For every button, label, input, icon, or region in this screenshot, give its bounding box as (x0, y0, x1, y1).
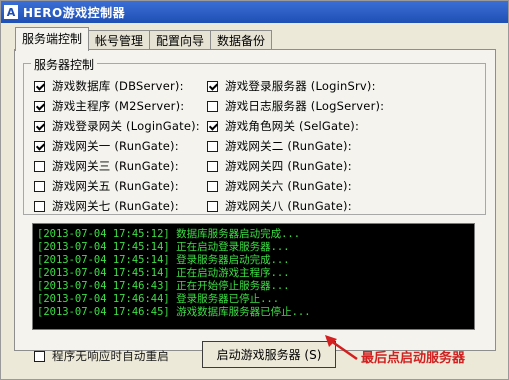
server-checkbox-left-6[interactable]: 游戏网关七 (RunGate): (34, 198, 179, 214)
checkbox-label: 游戏网关八 (RunGate): (225, 199, 352, 213)
checkbox-label: 游戏登录服务器 (LoginSrv): (225, 79, 376, 93)
server-checkbox-right-2[interactable]: 游戏角色网关 (SelGate): (207, 118, 359, 134)
auto-restart-checkbox[interactable]: 程序无响应时自动重启 (34, 348, 169, 364)
server-checkbox-left-1[interactable]: 游戏主程序 (M2Server): (34, 98, 184, 114)
checkbox-box[interactable] (34, 180, 45, 192)
log-line: [2013-07-04 17:45:14] 登录服务器启动完成... (37, 254, 290, 266)
checkbox-box[interactable] (34, 80, 45, 92)
checkbox-label: 游戏网关七 (RunGate): (52, 199, 179, 213)
tab-data-backup[interactable]: 数据备份 (210, 30, 273, 51)
tab-server-control[interactable]: 服务端控制 (15, 27, 90, 51)
checkbox-box[interactable] (207, 160, 218, 172)
server-checkbox-left-4[interactable]: 游戏网关三 (RunGate): (34, 158, 179, 174)
checkbox-label: 游戏网关五 (RunGate): (52, 179, 179, 193)
checkbox-box[interactable] (207, 180, 218, 192)
server-checkbox-right-4[interactable]: 游戏网关四 (RunGate): (207, 158, 352, 174)
server-checkbox-left-5[interactable]: 游戏网关五 (RunGate): (34, 178, 179, 194)
server-checkbox-left-3[interactable]: 游戏网关一 (RunGate): (34, 138, 179, 154)
log-line: [2013-07-04 17:45:14] 正在启动登录服务器... (37, 241, 290, 253)
group-label: 服务器控制 (31, 56, 98, 73)
checkbox-box[interactable] (34, 200, 45, 212)
checkbox-label: 游戏网关六 (RunGate): (225, 179, 352, 193)
log-line: [2013-07-04 17:45:14] 正在启动游戏主程序... (37, 267, 290, 279)
checkbox-label: 游戏日志服务器 (LogServer): (225, 99, 385, 113)
tab-config-wizard[interactable]: 配置向导 (149, 30, 212, 51)
log-line: [2013-07-04 17:46:43] 正在开始停止服务器... (37, 280, 290, 292)
server-checkbox-right-3[interactable]: 游戏网关二 (RunGate): (207, 138, 352, 154)
server-checkbox-right-6[interactable]: 游戏网关八 (RunGate): (207, 198, 352, 214)
server-checkbox-right-0[interactable]: 游戏登录服务器 (LoginSrv): (207, 78, 376, 94)
checkbox-box[interactable] (207, 120, 218, 132)
start-server-button[interactable]: 启动游戏服务器 (S) (202, 341, 336, 368)
checkbox-label: 游戏网关一 (RunGate): (52, 139, 179, 153)
pointer-arrow-icon (325, 335, 358, 361)
log-line: [2013-07-04 17:46:45] 游戏数据库服务器已停止... (37, 306, 311, 318)
main-window: A HERO游戏控制器 服务端控制 帐号管理 配置向导 数据备份 服务器控制 游… (0, 0, 509, 380)
log-line: [2013-07-04 17:46:44] 登录服务器已停止... (37, 293, 280, 305)
checkbox-box[interactable] (207, 80, 218, 92)
server-checkbox-right-5[interactable]: 游戏网关六 (RunGate): (207, 178, 352, 194)
window-title: HERO游戏控制器 (23, 5, 126, 20)
checkbox-label: 游戏网关二 (RunGate): (225, 139, 352, 153)
checkbox-label: 游戏主程序 (M2Server): (52, 99, 185, 113)
checkbox-label: 游戏角色网关 (SelGate): (225, 119, 360, 133)
checkbox-box[interactable] (34, 120, 45, 132)
tab-strip: 服务端控制 帐号管理 配置向导 数据备份 (15, 26, 273, 51)
checkbox-box[interactable] (34, 100, 45, 112)
checkbox-label: 游戏网关三 (RunGate): (52, 159, 179, 173)
log-console[interactable]: [2013-07-04 17:45:12] 数据库服务器启动完成... [2013… (32, 223, 475, 330)
server-checkbox-left-0[interactable]: 游戏数据库 (DBServer): (34, 78, 184, 94)
checkbox-label: 游戏网关四 (RunGate): (225, 159, 352, 173)
checkbox-box[interactable] (207, 140, 218, 152)
title-bar: A HERO游戏控制器 (1, 1, 508, 23)
tab-account-management[interactable]: 帐号管理 (88, 30, 151, 51)
checkbox-box[interactable] (34, 140, 45, 152)
auto-restart-checkbox-box[interactable] (34, 350, 45, 362)
app-icon: A (4, 5, 18, 19)
checkbox-label: 游戏数据库 (DBServer): (52, 79, 184, 93)
server-checkbox-right-1[interactable]: 游戏日志服务器 (LogServer): (207, 98, 384, 114)
checkbox-label: 游戏登录网关 (LoginGate): (52, 119, 200, 133)
log-line: [2013-07-04 17:45:12] 数据库服务器启动完成... (37, 228, 301, 240)
checkbox-box[interactable] (207, 200, 218, 212)
instruction-annotation: 最后点启动服务器 (361, 351, 466, 366)
checkbox-box[interactable] (34, 160, 45, 172)
auto-restart-label: 程序无响应时自动重启 (52, 349, 169, 363)
server-checkbox-left-2[interactable]: 游戏登录网关 (LoginGate): (34, 118, 200, 134)
checkbox-box[interactable] (207, 100, 218, 112)
